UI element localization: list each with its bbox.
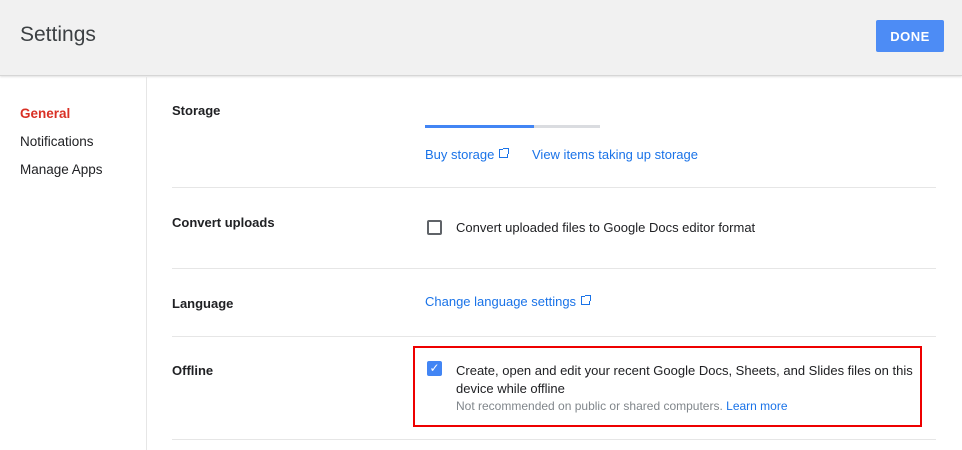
convert-row: Convert uploads Convert uploaded files t… (172, 188, 936, 269)
storage-progress-bar (425, 125, 600, 128)
change-language-text: Change language settings (425, 294, 577, 309)
buy-storage-link[interactable]: Buy storage (425, 147, 510, 162)
sidebar-item-manage-apps[interactable]: Manage Apps (20, 162, 103, 177)
storage-progress-fill (425, 125, 534, 128)
buy-storage-text: Buy storage (425, 147, 495, 162)
sidebar-item-notifications[interactable]: Notifications (20, 134, 94, 149)
header: Settings DONE (0, 0, 962, 76)
convert-label: Convert uploads (172, 215, 275, 230)
language-label: Language (172, 296, 234, 311)
convert-checkbox[interactable] (427, 220, 442, 235)
offline-label: Offline (172, 363, 214, 378)
highlight-box (413, 346, 922, 427)
storage-label: Storage (172, 103, 221, 118)
change-language-link[interactable]: Change language settings (425, 294, 592, 309)
sidebar: General Notifications Manage Apps (0, 77, 147, 450)
sidebar-item-general[interactable]: General (20, 106, 70, 121)
done-button[interactable]: DONE (876, 20, 944, 52)
external-link-icon (581, 295, 592, 305)
page-title: Settings (20, 23, 96, 46)
language-row: Language Change language settings (172, 269, 936, 337)
view-items-link[interactable]: View items taking up storage (532, 147, 698, 162)
external-link-icon (499, 148, 510, 158)
convert-checkbox-label: Convert uploaded files to Google Docs ed… (456, 220, 756, 235)
storage-row: Storage Buy storage View items taking up… (172, 77, 936, 188)
